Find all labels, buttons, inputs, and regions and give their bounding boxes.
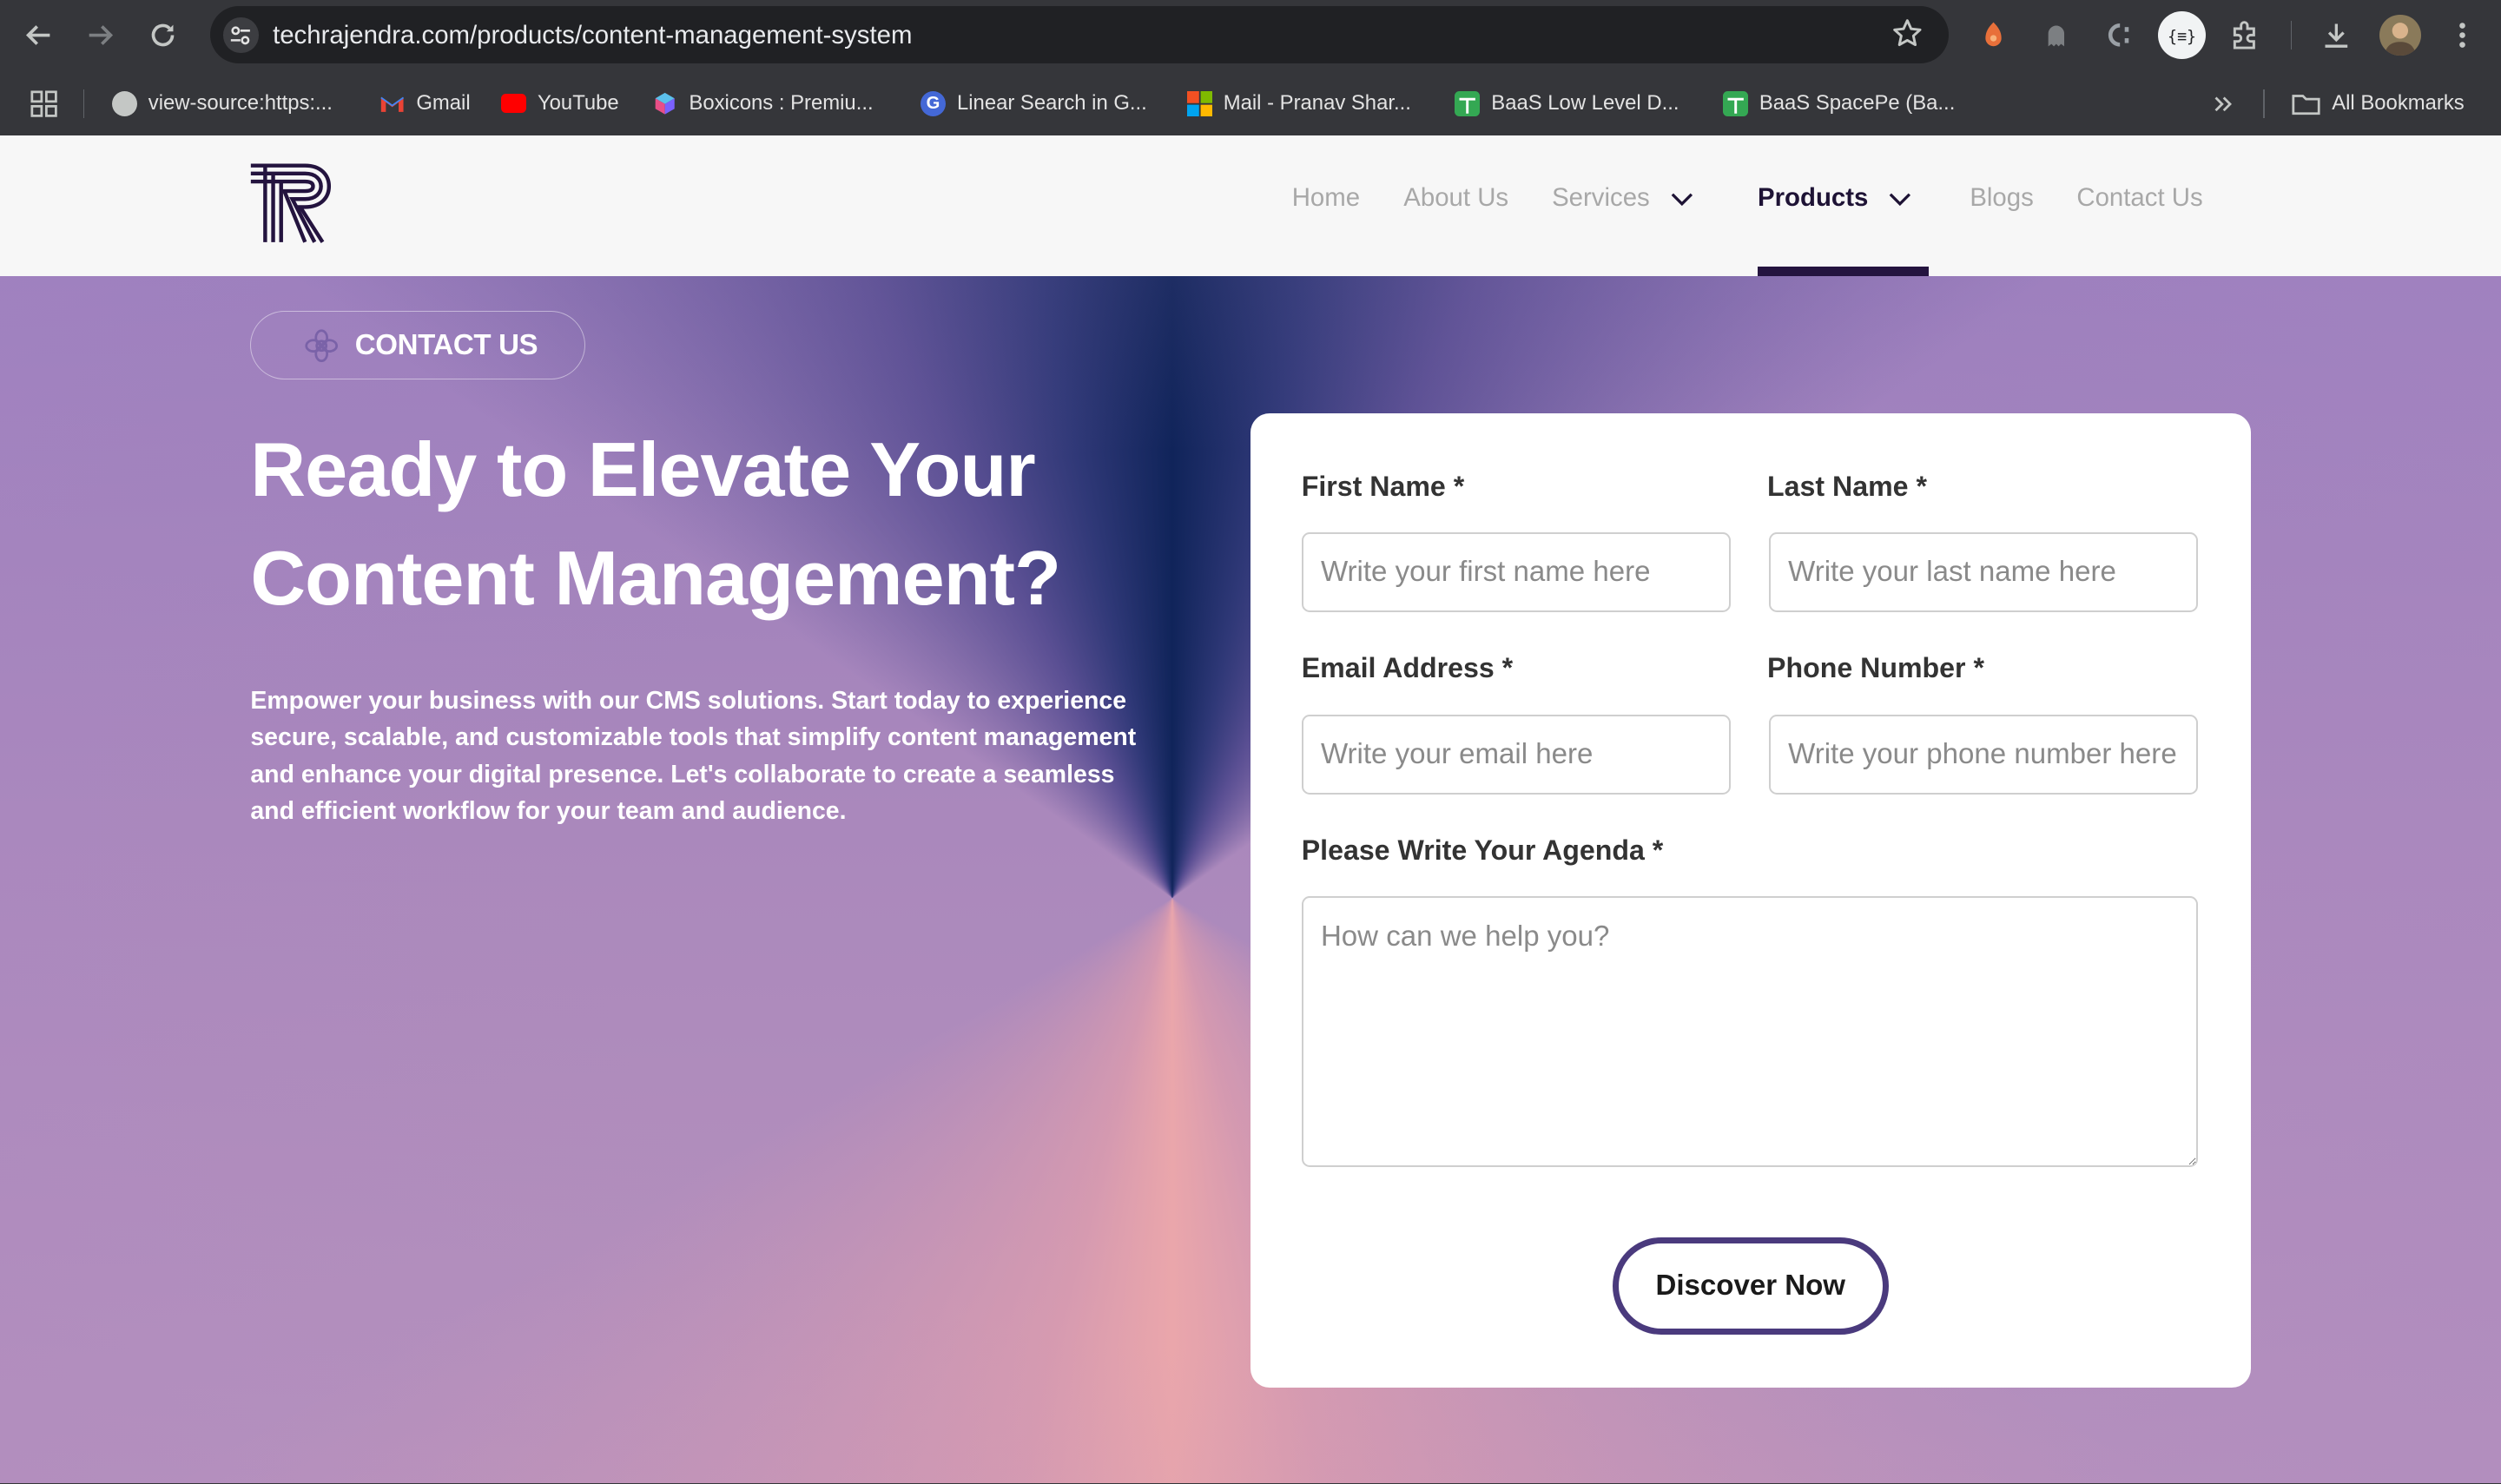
bookmark-boxicons[interactable]: Boxicons : Premiu...	[652, 86, 874, 121]
flower-icon	[304, 328, 339, 363]
all-bookmarks-button[interactable]: All Bookmarks	[2292, 86, 2465, 121]
bookmark-linear-search[interactable]: G Linear Search in G...	[920, 86, 1147, 121]
folder-icon	[2292, 91, 2320, 116]
contact-form-card: First Name * Last Name * Email Address *…	[1250, 412, 2251, 1388]
extensions-puzzle-icon[interactable]	[2225, 16, 2263, 54]
agenda-textarea[interactable]	[1301, 896, 2198, 1168]
bookmark-label: BaaS Low Level D...	[1491, 91, 1679, 115]
nav-products[interactable]: Products	[1758, 183, 1911, 213]
nav-about-us[interactable]: About Us	[1403, 183, 1508, 213]
nav-active-indicator	[1758, 266, 1929, 276]
headline-line-1: Ready to Elevate Your	[250, 426, 1035, 513]
first-name-label: First Name *	[1301, 470, 1465, 502]
youtube-icon	[500, 94, 527, 114]
bookmark-label: Mail - Pranav Shar...	[1223, 91, 1411, 115]
toolbar-divider	[2290, 20, 2293, 49]
bookmark-star-icon[interactable]	[1891, 17, 1924, 56]
browser-chrome: techrajendra.com/products/content-manage…	[0, 0, 2501, 136]
forward-icon[interactable]	[80, 15, 122, 56]
bookmarks-divider	[82, 89, 85, 118]
sheets-icon	[1455, 90, 1481, 117]
nav-label: About Us	[1403, 183, 1509, 213]
chevron-down-icon	[1671, 183, 1693, 213]
bookmark-label: YouTube	[537, 91, 619, 115]
profile-avatar[interactable]	[2379, 14, 2422, 56]
sheets-icon	[1722, 90, 1748, 117]
browser-toolbar: techrajendra.com/products/content-manage…	[0, 0, 2501, 70]
bookmarks-divider	[2263, 89, 2266, 118]
bookmark-baas-spacepe[interactable]: BaaS SpacePe (Ba...	[1722, 86, 1956, 121]
nav-home[interactable]: Home	[1292, 183, 1360, 213]
contact-us-badge-label: CONTACT US	[354, 329, 538, 362]
first-name-input[interactable]	[1301, 532, 1731, 613]
apps-grid-icon[interactable]	[30, 86, 57, 121]
nav-blogs[interactable]: Blogs	[1970, 183, 2033, 213]
svg-text:{≡}: {≡}	[2168, 28, 2196, 46]
contact-hero: CONTACT US Ready to Elevate Your Content…	[0, 275, 2501, 1484]
download-icon[interactable]	[2318, 16, 2356, 54]
phone-input[interactable]	[1768, 714, 2198, 795]
gmail-icon	[379, 91, 405, 116]
nav-label: Products	[1758, 183, 1869, 213]
bookmark-label: BaaS SpacePe (Ba...	[1759, 91, 1956, 115]
contact-us-badge: CONTACT US	[250, 311, 586, 380]
headline-line-2: Content Management?	[250, 535, 1061, 622]
bookmark-label: Linear Search in G...	[956, 91, 1147, 115]
hero-headline: Ready to Elevate Your Content Management…	[250, 416, 1239, 633]
extension-json-icon[interactable]: {≡}	[2158, 10, 2207, 59]
all-bookmarks-label: All Bookmarks	[2332, 91, 2465, 115]
bookmark-youtube[interactable]: YouTube	[500, 86, 619, 121]
extension-fox-icon[interactable]	[1975, 16, 2013, 54]
last-name-label: Last Name *	[1767, 470, 1927, 502]
bookmark-label: view-source:https:...	[148, 91, 333, 115]
chevron-down-icon	[1889, 183, 1911, 213]
last-name-input[interactable]	[1768, 532, 2198, 613]
email-label: Email Address *	[1301, 652, 1514, 684]
bookmark-mail[interactable]: Mail - Pranav Shar...	[1186, 86, 1411, 121]
bookmark-gmail[interactable]: Gmail	[379, 86, 471, 121]
globe-icon	[111, 90, 137, 117]
phone-label: Phone Number *	[1767, 652, 1984, 684]
site-settings-icon[interactable]	[223, 17, 259, 53]
site-header: Home About Us Services Products Blogs Co…	[0, 135, 2501, 276]
menu-kebab-icon[interactable]	[2444, 16, 2482, 54]
nav-label: Blogs	[1970, 183, 2034, 213]
nav-services[interactable]: Services	[1552, 183, 1693, 213]
discover-now-button[interactable]: Discover Now	[1612, 1237, 1889, 1336]
google-icon: G	[920, 90, 947, 117]
bookmarks-bar: view-source:https:... Gmail YouTube Boxi…	[0, 70, 2501, 135]
nav-label: Home	[1291, 183, 1361, 213]
reload-icon[interactable]	[142, 15, 183, 56]
nav-contact-us[interactable]: Contact Us	[2076, 183, 2202, 213]
bookmark-baas-low-level[interactable]: BaaS Low Level D...	[1455, 86, 1679, 121]
url-text: techrajendra.com/products/content-manage…	[273, 20, 913, 49]
bookmark-label: Gmail	[416, 91, 471, 115]
agenda-label: Please Write Your Agenda *	[1301, 834, 1664, 866]
site-logo[interactable]	[249, 162, 339, 246]
address-bar[interactable]: techrajendra.com/products/content-manage…	[210, 6, 1950, 64]
nav-label: Contact Us	[2076, 183, 2203, 213]
bookmark-view-source[interactable]: view-source:https:...	[111, 86, 333, 121]
boxicons-icon	[652, 91, 677, 116]
nav-label: Services	[1552, 183, 1650, 213]
hero-description: Empower your business with our CMS solut…	[250, 687, 1137, 825]
extension-ghost-icon[interactable]	[2036, 16, 2075, 54]
bookmark-label: Boxicons : Premiu...	[689, 91, 874, 115]
back-icon[interactable]	[17, 15, 59, 56]
extension-c-icon[interactable]	[2099, 16, 2137, 54]
microsoft-icon	[1186, 90, 1212, 117]
more-bookmarks-chevron-icon[interactable]	[2211, 86, 2234, 121]
email-input[interactable]	[1301, 714, 1731, 795]
